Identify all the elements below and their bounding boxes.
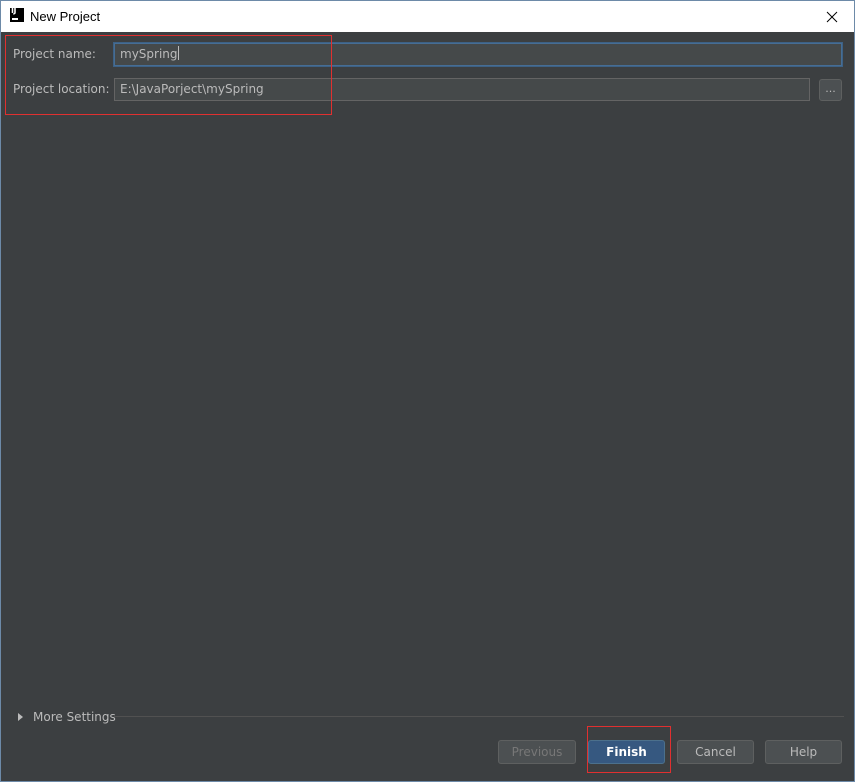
window-title: New Project [30, 9, 101, 24]
project-location-value: E:\JavaPorject\mySpring [120, 82, 264, 96]
project-name-value: mySpring [120, 47, 178, 61]
close-button[interactable] [810, 1, 854, 32]
finish-button[interactable]: Finish [588, 740, 665, 764]
title-bar: IJ New Project [1, 1, 854, 32]
browse-location-button[interactable]: ... [819, 79, 842, 101]
new-project-dialog: IJ New Project Project name: mySpring Pr… [0, 0, 855, 782]
cancel-button[interactable]: Cancel [677, 740, 754, 764]
close-icon [826, 11, 838, 22]
help-button[interactable]: Help [765, 740, 842, 764]
project-location-input[interactable]: E:\JavaPorject\mySpring [114, 78, 810, 101]
more-settings-label: More Settings [33, 710, 116, 724]
project-name-input[interactable]: mySpring [114, 43, 842, 66]
previous-button[interactable]: Previous [498, 740, 576, 764]
text-caret [177, 46, 179, 60]
project-name-label: Project name: [13, 47, 96, 61]
project-location-label: Project location: [13, 82, 110, 96]
intellij-app-icon: IJ [10, 6, 24, 22]
more-settings-toggle[interactable]: More Settings [18, 709, 116, 725]
more-settings-separator [114, 716, 844, 717]
dialog-content: Project name: mySpring Project location:… [1, 32, 854, 781]
expand-arrow-icon [18, 713, 23, 721]
